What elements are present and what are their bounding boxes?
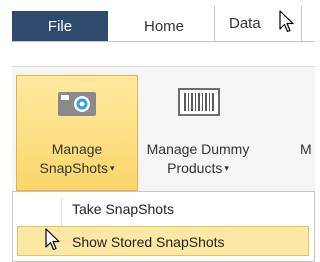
manage-snapshots-label: Manage SnapShots ▾ xyxy=(39,141,115,176)
ribbon-button-truncated-label[interactable]: M xyxy=(300,140,312,159)
menu-item-take-snapshots[interactable]: Take SnapShots xyxy=(72,199,174,219)
camera-icon xyxy=(58,92,96,116)
tab-data[interactable]: Data xyxy=(214,6,302,41)
barcode-icon xyxy=(178,88,220,116)
menu-item-show-stored-snapshots-label: Show Stored SnapShots xyxy=(72,234,225,250)
tab-divider xyxy=(12,41,315,42)
tab-file[interactable]: File xyxy=(12,11,108,41)
chevron-down-icon: ▾ xyxy=(224,163,229,173)
chevron-down-icon: ▾ xyxy=(109,163,115,173)
manage-dummy-products-button[interactable]: Manage Dummy Products ▾ xyxy=(142,140,254,178)
tab-home[interactable]: Home xyxy=(118,11,210,41)
